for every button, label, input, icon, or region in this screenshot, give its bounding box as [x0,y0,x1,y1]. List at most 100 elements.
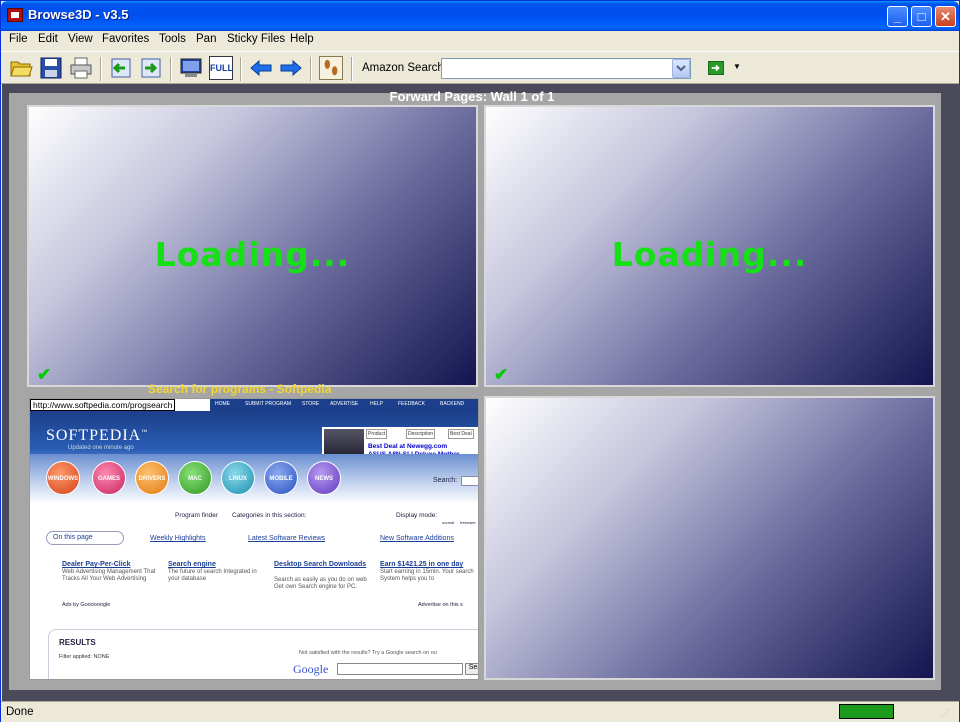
page-thumbnail-4[interactable] [484,396,935,680]
not-satisfied-text: Not satisfied with the results? Try a Go… [299,650,437,656]
close-button[interactable]: ✕ [935,6,956,27]
on-this-page-button[interactable]: On this page [46,531,124,545]
ad-desc: Search as easily as you do on web Get ow… [274,577,367,590]
save-icon[interactable] [39,56,63,80]
menu-sticky-files[interactable]: Sticky Files [227,33,285,45]
toolbar-separator [100,57,102,81]
go-dropdown-icon[interactable]: ▼ [733,62,741,71]
advertise-link[interactable]: Advertise on this s [418,602,463,608]
category-drivers[interactable]: DRIVERS [135,461,169,495]
google-search-input[interactable] [337,663,463,675]
menu-pan[interactable]: Pan [196,33,216,45]
category-mac[interactable]: MAC [178,461,212,495]
ad-link[interactable]: Desktop Search Downloads [274,561,374,568]
updated-text: Updated one minute ago [68,445,134,451]
print-icon[interactable] [69,56,93,80]
category-news[interactable]: NEWS [307,461,341,495]
program-finder-link[interactable]: Program finder [175,512,218,519]
logo-text: SOFTPEDIA [46,427,142,444]
maximize-button[interactable]: □ [911,6,932,27]
window-title: Browse3D - v3.5 [28,7,129,22]
results-box: RESULTS Filter applied: NONE Not satisfi… [48,629,478,679]
softpedia-logo: SOFTPEDIA™ [46,427,148,445]
nav-item[interactable]: ADVERTISE [330,401,358,407]
results-title: RESULTS [59,638,96,647]
page-thumbnail-2[interactable]: Loading... ✔ [484,105,935,387]
toolbar-separator [240,57,242,81]
ad-link[interactable]: Earn $1421.25 in one day [380,561,463,568]
weekly-highlights-link[interactable]: Weekly Highlights [150,535,206,542]
filter-text: Filter applied: NONE [59,654,110,660]
category-mobile[interactable]: MOBILE [264,461,298,495]
wall-title: Forward Pages: Wall 1 of 1 [389,89,555,104]
footprints-icon[interactable] [319,56,343,80]
nav-item[interactable]: STORE [302,401,319,407]
toolbar-separator [310,57,312,81]
import-icon[interactable] [109,56,133,80]
softpedia-nav: HOME SUBMIT PROGRAM STORE ADVERTISE HELP… [210,399,478,411]
open-folder-icon[interactable] [9,56,33,80]
ad-link[interactable]: Search engine [168,561,216,568]
menu-favorites[interactable]: Favorites [102,33,149,45]
amazon-search-label: Amazon Search [362,62,444,74]
google-logo: Google [293,662,329,676]
menu-file[interactable]: File [9,33,28,45]
monitor-icon[interactable] [179,56,203,80]
amazon-search-dropdown[interactable] [672,59,690,78]
minimize-button[interactable]: _ [887,6,908,27]
amazon-search-input[interactable] [441,58,691,79]
nav-item[interactable]: SUBMIT PROGRAM [245,401,291,407]
toolbar: FULL Amazon Search ▼ [1,51,959,84]
google-search-button[interactable]: Sea [465,663,478,675]
full-screen-icon[interactable]: FULL [209,56,233,80]
menu-edit[interactable]: Edit [38,33,58,45]
nav-item[interactable]: HOME [215,401,230,407]
progress-indicator [839,704,894,719]
page-thumbnail-3[interactable]: SOFTPEDIA™ Updated one minute ago Produc… [29,398,479,680]
thumbnail-caption: Search for programs - Softpedia [148,382,332,396]
ad-link[interactable]: Dealer Pay-Per-Click [62,561,130,568]
category-games[interactable]: GAMES [92,461,126,495]
display-option[interactable]: normal [442,520,454,525]
forward-arrow-icon[interactable] [279,56,303,80]
display-option[interactable]: freeware [460,520,476,525]
ads-by-google[interactable]: Ads by Goooooogle [62,602,110,608]
nav-item[interactable]: FEEDBACK [398,401,425,407]
loading-text: Loading... [611,235,808,274]
ad-tab[interactable]: Product [366,429,388,439]
thumbnail-url: http://www.softpedia.com/progsearch [30,399,176,411]
menu-help[interactable]: Help [290,33,314,45]
resize-grip-icon[interactable]: ⋰ [941,708,955,720]
page-thumbnail-1[interactable]: Loading... ✔ [27,105,478,387]
ad-desc: The future of search Integrated in your … [168,569,257,582]
menu-tools[interactable]: Tools [159,33,186,45]
ad-tab[interactable]: Best Deal [448,429,474,439]
title-bar[interactable]: Browse3D - v3.5 _ □ ✕ [1,1,959,31]
ad-desc: Start earning in 15min. Your search Syst… [380,569,474,582]
display-mode-label: Display mode: [396,512,438,519]
loading-text: Loading... [154,235,351,274]
ad-line[interactable]: Best Deal at Newegg.com [368,443,447,450]
menu-view[interactable]: View [68,33,93,45]
site-search-label: Search: [433,477,458,484]
ad-tab[interactable]: Description [406,429,436,439]
category-linux[interactable]: LINUX [221,461,255,495]
status-bar: Done ⋰ [1,701,959,722]
categories-label: Categories in this section: [232,512,307,519]
site-search-input[interactable] [461,476,478,486]
new-additions-link[interactable]: New Software Additions [380,535,454,542]
latest-reviews-link[interactable]: Latest Software Reviews [248,535,325,542]
status-text: Done [6,706,34,718]
toolbar-separator [170,57,172,81]
nav-item[interactable]: HELP [370,401,383,407]
nav-item[interactable]: BACKEND [440,401,464,407]
category-windows[interactable]: WINDOWS [46,461,80,495]
menu-bar: File Edit View Favorites Tools Pan Stick… [1,31,959,50]
app-icon[interactable] [7,8,23,22]
check-icon: ✔ [37,365,52,384]
go-icon[interactable] [708,61,724,75]
ad-desc: Web Advertising Management That Tracks A… [62,569,156,582]
check-icon: ✔ [494,365,509,384]
export-icon[interactable] [139,56,163,80]
back-arrow-icon[interactable] [249,56,273,80]
